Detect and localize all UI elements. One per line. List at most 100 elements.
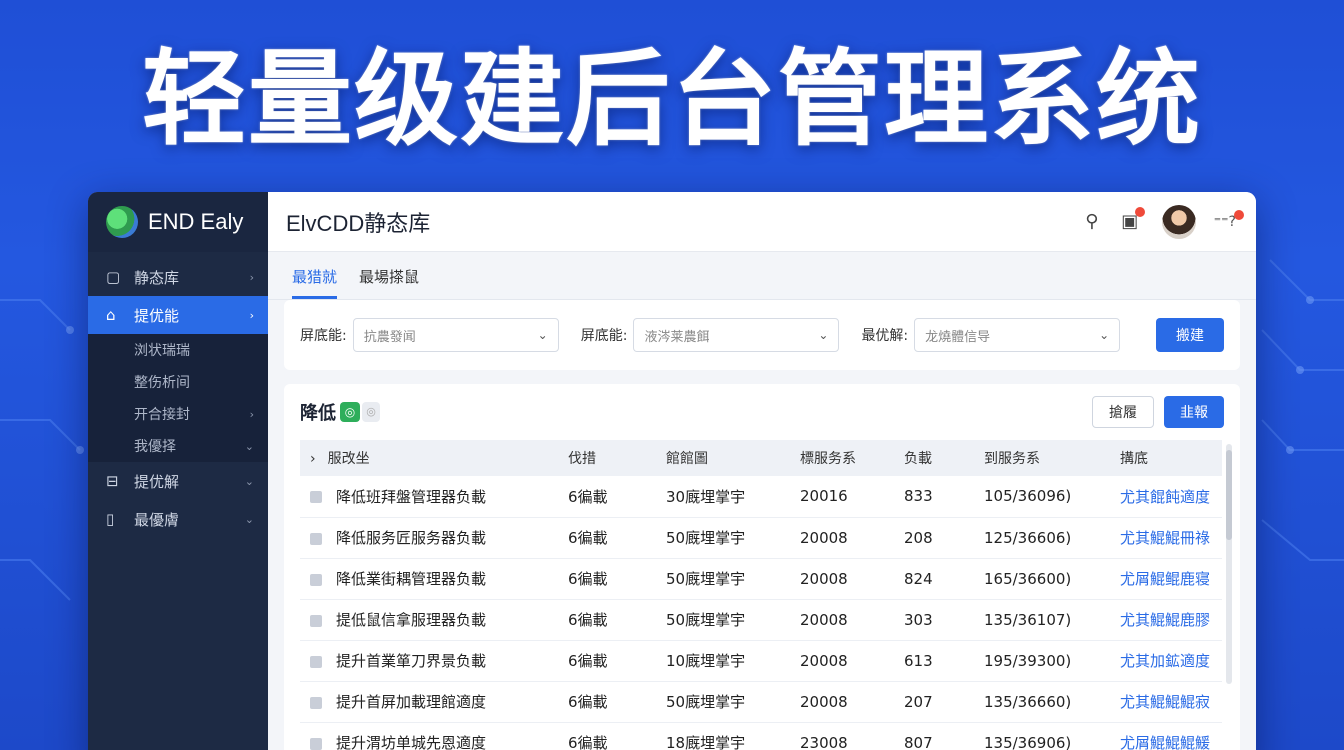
table-cell: 提升首屏加載理館適度 <box>300 681 558 723</box>
table-cell: 降低服务匠服务器负載 <box>300 517 558 559</box>
sidebar-item-label: 提优解 <box>134 472 180 491</box>
row-checkbox[interactable] <box>310 737 322 750</box>
sidebar: END Ealy ▢ 静态库 › ⌂ 提优能 › 浏状瑞瑞 整伤析间 开合接封 … <box>88 192 268 750</box>
table-cell: 824 <box>894 558 974 600</box>
tab-first[interactable]: 最猎就 <box>292 266 338 299</box>
table-cell-text: 6徧載 <box>568 693 608 711</box>
table-cell[interactable]: 尤其鯤鯤冊祿 <box>1110 517 1222 559</box>
brand[interactable]: END Ealy <box>88 192 268 252</box>
table-cell: 207 <box>894 681 974 723</box>
table-cell-text: 50廐埋掌宇 <box>666 570 746 588</box>
sidebar-item-best[interactable]: ▯ 最優膚 ⌄ <box>88 500 268 538</box>
table-cell-text: 10廐埋掌宇 <box>666 652 746 670</box>
filter-select[interactable]: 抗農發闻 ⌄ <box>352 318 559 352</box>
table-cell-text: 20008 <box>800 692 848 711</box>
column-header[interactable]: 館館圖 <box>656 440 790 476</box>
table-cell-text: 207 <box>904 692 933 711</box>
sidebar-item-label: 提优能 <box>134 306 180 325</box>
row-checkbox[interactable] <box>310 614 322 627</box>
row-checkbox[interactable] <box>310 532 322 545</box>
sidebar-item-label: 静态库 <box>134 268 180 287</box>
admin-window: END Ealy ▢ 静态库 › ⌂ 提优能 › 浏状瑞瑞 整伤析间 开合接封 … <box>88 192 1256 750</box>
sidebar-subitem[interactable]: 整伤析间 <box>88 366 268 398</box>
sidebar-subitem-label: 浏状瑞瑞 <box>134 343 190 359</box>
filter-bar: 屏底能: 抗農發闻 ⌄ 屏底能: 液涔莱農餌 ⌄ 最优解: 龙燒體信导 ⌄ 搬建 <box>284 300 1240 370</box>
sidebar-item-static-lib[interactable]: ▢ 静态库 › <box>88 258 268 296</box>
chevron-right-icon: › <box>249 270 254 284</box>
table-cell: 135/36660) <box>974 681 1110 723</box>
table-cell-text: 提低鼠信拿服理器负載 <box>336 611 487 629</box>
table-cell-text: 6徧載 <box>568 570 608 588</box>
filter-submit-button[interactable]: 搬建 <box>1156 318 1224 352</box>
chevron-down-icon: ⌄ <box>244 439 254 453</box>
row-checkbox[interactable] <box>310 491 322 504</box>
column-header[interactable]: 搆底 <box>1110 440 1222 476</box>
sidebar-item-optimize[interactable]: ⌂ 提优能 › <box>88 296 268 334</box>
row-checkbox[interactable] <box>310 573 322 586</box>
table-cell: 降低業街耦管理器负載 <box>300 558 558 600</box>
table-cell[interactable]: 尤屑鯤鲲鹿寝 <box>1110 558 1222 600</box>
sidebar-subitem[interactable]: 我優择 ⌄ <box>88 430 268 462</box>
chevron-right-icon: › <box>249 308 254 322</box>
column-header[interactable]: 伐措 <box>558 440 656 476</box>
filter-select[interactable]: 龙燒體信导 ⌄ <box>914 318 1121 352</box>
filter-label: 屏底能: <box>300 328 347 344</box>
table-row[interactable]: 降低服务匠服务器负載 6徧載 50廐埋掌宇 20008 208 125/36606) 尤其鯤… <box>300 517 1222 559</box>
table-secondary-button[interactable]: 搶履 <box>1092 396 1154 428</box>
table-cell[interactable]: 尤其鯤鯤鯤寂 <box>1110 681 1222 723</box>
sidebar-item-solution[interactable]: ⊟ 提优解 ⌄ <box>88 462 268 500</box>
table-cell-text: 613 <box>904 651 933 670</box>
table-cell[interactable]: 尤其餛飩適度 <box>1110 476 1222 518</box>
table-cell-text: 303 <box>904 610 933 629</box>
table-cell: 6徧載 <box>558 599 656 641</box>
sidebar-subitem[interactable]: 开合接封 › <box>88 398 268 430</box>
table-cell: 135/36107) <box>974 599 1110 641</box>
table-cell[interactable]: 尤屑鯤鯤鯤鰀 <box>1110 722 1222 750</box>
table-cell-text: 尤其加鉱適度 <box>1120 652 1211 670</box>
table-row[interactable]: 降低班拜盤管理器负載 6徧載 30廐埋掌宇 20016 833 105/36096) 尤其餛… <box>300 476 1222 518</box>
column-header[interactable]: 到服务系 <box>974 440 1110 476</box>
column-header[interactable]: › 服改坐 <box>300 440 558 476</box>
table-cell: 50廐埋掌宇 <box>656 599 790 641</box>
notification-icon[interactable]: ▣ <box>1118 206 1145 234</box>
table-cell-text: 尤其鯤鯤冊祿 <box>1120 529 1211 547</box>
column-header[interactable]: 標服务系 <box>790 440 894 476</box>
table-row[interactable]: 提升渭坊单城先恩適度 6徧載 18廐埋掌宇 23008 807 135/36906) 尤屑鯤… <box>300 722 1222 750</box>
column-header[interactable]: 负載 <box>894 440 974 476</box>
tab-second[interactable]: 最場搽鼠 <box>359 266 419 299</box>
more-menu[interactable]: ⁼⁼? <box>1214 209 1244 230</box>
more-badge <box>1234 209 1244 220</box>
table-cell: 6徧載 <box>558 640 656 682</box>
filter-select[interactable]: 液涔莱農餌 ⌄ <box>633 318 840 352</box>
table-cell: 18廐埋掌宇 <box>656 722 790 750</box>
table-primary-button[interactable]: 韭報 <box>1164 396 1224 428</box>
row-checkbox[interactable] <box>310 655 322 668</box>
column-header-label: 服改坐 <box>327 451 370 467</box>
table-cell-text: 尤其鯤鯤鯤寂 <box>1120 693 1211 711</box>
data-table-card: 降低 ◎ ◎ 搶履 韭報 › 服改坐 伐措 館館圖 標服务系 负載 到服务系 搆… <box>284 384 1240 750</box>
table-actions: 搶履 韭報 <box>1092 396 1224 428</box>
table-scrollbar[interactable] <box>1226 444 1232 684</box>
table-row[interactable]: 提低鼠信拿服理器负載 6徧載 50廐埋掌宇 20008 303 135/36107) 尤其鯤… <box>300 599 1222 641</box>
table-cell: 30廐埋掌宇 <box>656 476 790 518</box>
table-row[interactable]: 提升首業箪刀界景负載 6徧載 10廐埋掌宇 20008 613 195/39300) 尤其加… <box>300 640 1222 682</box>
chevron-down-icon: ⌄ <box>244 512 254 526</box>
table-cell: 807 <box>894 722 974 750</box>
table-row[interactable]: 提升首屏加載理館適度 6徧載 50廐埋掌宇 20008 207 135/36660) 尤其鯤… <box>300 681 1222 723</box>
scrollbar-thumb[interactable] <box>1226 450 1232 540</box>
filter-select-value: 抗農發闻 <box>363 329 416 345</box>
filter-label: 最优解: <box>861 328 909 344</box>
table-cell-text: 135/36660) <box>984 692 1072 711</box>
table-cell-text: 6徧載 <box>568 487 608 506</box>
table-cell-text: 824 <box>904 569 933 588</box>
row-checkbox[interactable] <box>310 696 322 709</box>
hero-title: 轻量级建后台管理系统 <box>141 38 1202 160</box>
avatar[interactable] <box>1161 204 1196 239</box>
sidebar-subitem[interactable]: 浏状瑞瑞 <box>88 334 268 366</box>
table-cell[interactable]: 尤其鯤鯤鹿膠 <box>1110 599 1222 641</box>
table-body: 降低班拜盤管理器负載 6徧載 30廐埋掌宇 20016 833 105/36096) 尤其餛… <box>300 476 1222 750</box>
table-cell-text: 尤其餛飩適度 <box>1120 487 1211 506</box>
search-icon[interactable]: ⚲ <box>1080 210 1104 234</box>
table-cell[interactable]: 尤其加鉱適度 <box>1110 640 1222 682</box>
table-row[interactable]: 降低業街耦管理器负載 6徧載 50廐埋掌宇 20008 824 165/36600) 尤屑鯤… <box>300 558 1222 600</box>
